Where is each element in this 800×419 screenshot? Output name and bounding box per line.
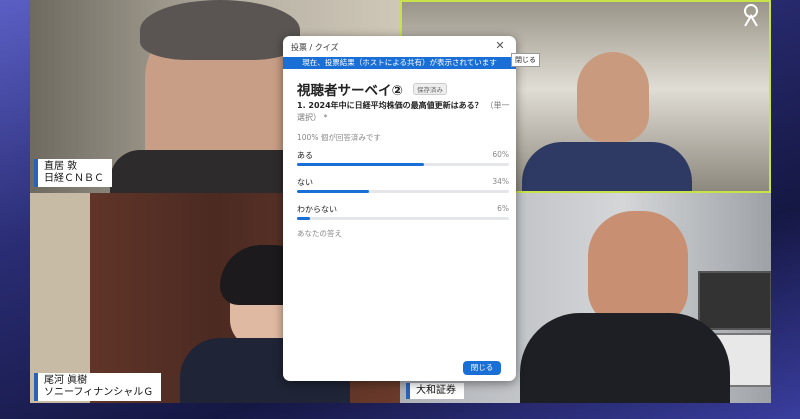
option-label: わからない [297, 205, 337, 214]
participant-org: 日経ＣＮＢＣ [44, 173, 104, 184]
option-bar-track [297, 190, 509, 193]
nameplate-participant-3: 尾河 眞樹 ソニーフィナンシャルＧ [34, 373, 162, 401]
option-bar-track [297, 217, 509, 220]
option-bar-track [297, 163, 509, 166]
close-tooltip: 閉じる [511, 53, 540, 67]
nameplate-participant-4: 大和証券 [406, 383, 464, 399]
poll-option: ない 34% [297, 177, 509, 199]
nameplate-participant-1: 直居 敦 日経ＣＮＢＣ [34, 159, 112, 187]
option-percent: 60% [492, 150, 509, 159]
option-bar-fill [297, 163, 425, 166]
results-shared-banner: 現在、投票結果（ホストによる共有）が表示されています [283, 57, 516, 69]
question-text: 1. 2024年中に日経平均株価の最高値更新はある？ [297, 101, 483, 110]
option-bar-fill [297, 217, 310, 220]
option-percent: 6% [497, 204, 509, 213]
close-button[interactable]: 閉じる [463, 361, 501, 375]
option-label: ある [297, 151, 313, 160]
participant-suit [520, 313, 730, 403]
saved-badge: 保存済み [413, 83, 447, 95]
participant-face [577, 52, 649, 142]
poll-option: わからない 6% [297, 204, 509, 226]
option-bar-fill [297, 190, 370, 193]
poll-panel: 投票 / クイズ ✕ 視聴者サーベイ② 保存済み 1. 2024年中に日経平均株… [283, 36, 516, 381]
answered-status: 100% 個が回答済みです [297, 133, 381, 142]
broadcaster-logo-icon [744, 4, 758, 27]
participant-org: ソニーフィナンシャルＧ [44, 387, 154, 398]
option-percent: 34% [492, 177, 509, 186]
poll-option: ある 60% [297, 150, 509, 172]
participant-name: 尾河 眞樹 [44, 375, 88, 386]
participant-name: 直居 敦 [44, 161, 78, 172]
close-icon[interactable]: ✕ [493, 39, 507, 53]
your-answer-label: あなたの答え [297, 229, 342, 238]
participant-face [588, 211, 688, 326]
participant-hair [140, 0, 300, 60]
poll-title: 視聴者サーベイ② [297, 83, 403, 99]
participant-org: 大和証券 [416, 385, 456, 396]
monitor [698, 271, 771, 330]
participant-shirt [522, 142, 692, 191]
option-label: ない [297, 178, 313, 187]
panel-header: 投票 / クイズ [291, 43, 339, 52]
curtain [30, 193, 90, 403]
poll-question: 1. 2024年中に日経平均株価の最高値更新はある？ （単一選択） * [297, 100, 511, 124]
